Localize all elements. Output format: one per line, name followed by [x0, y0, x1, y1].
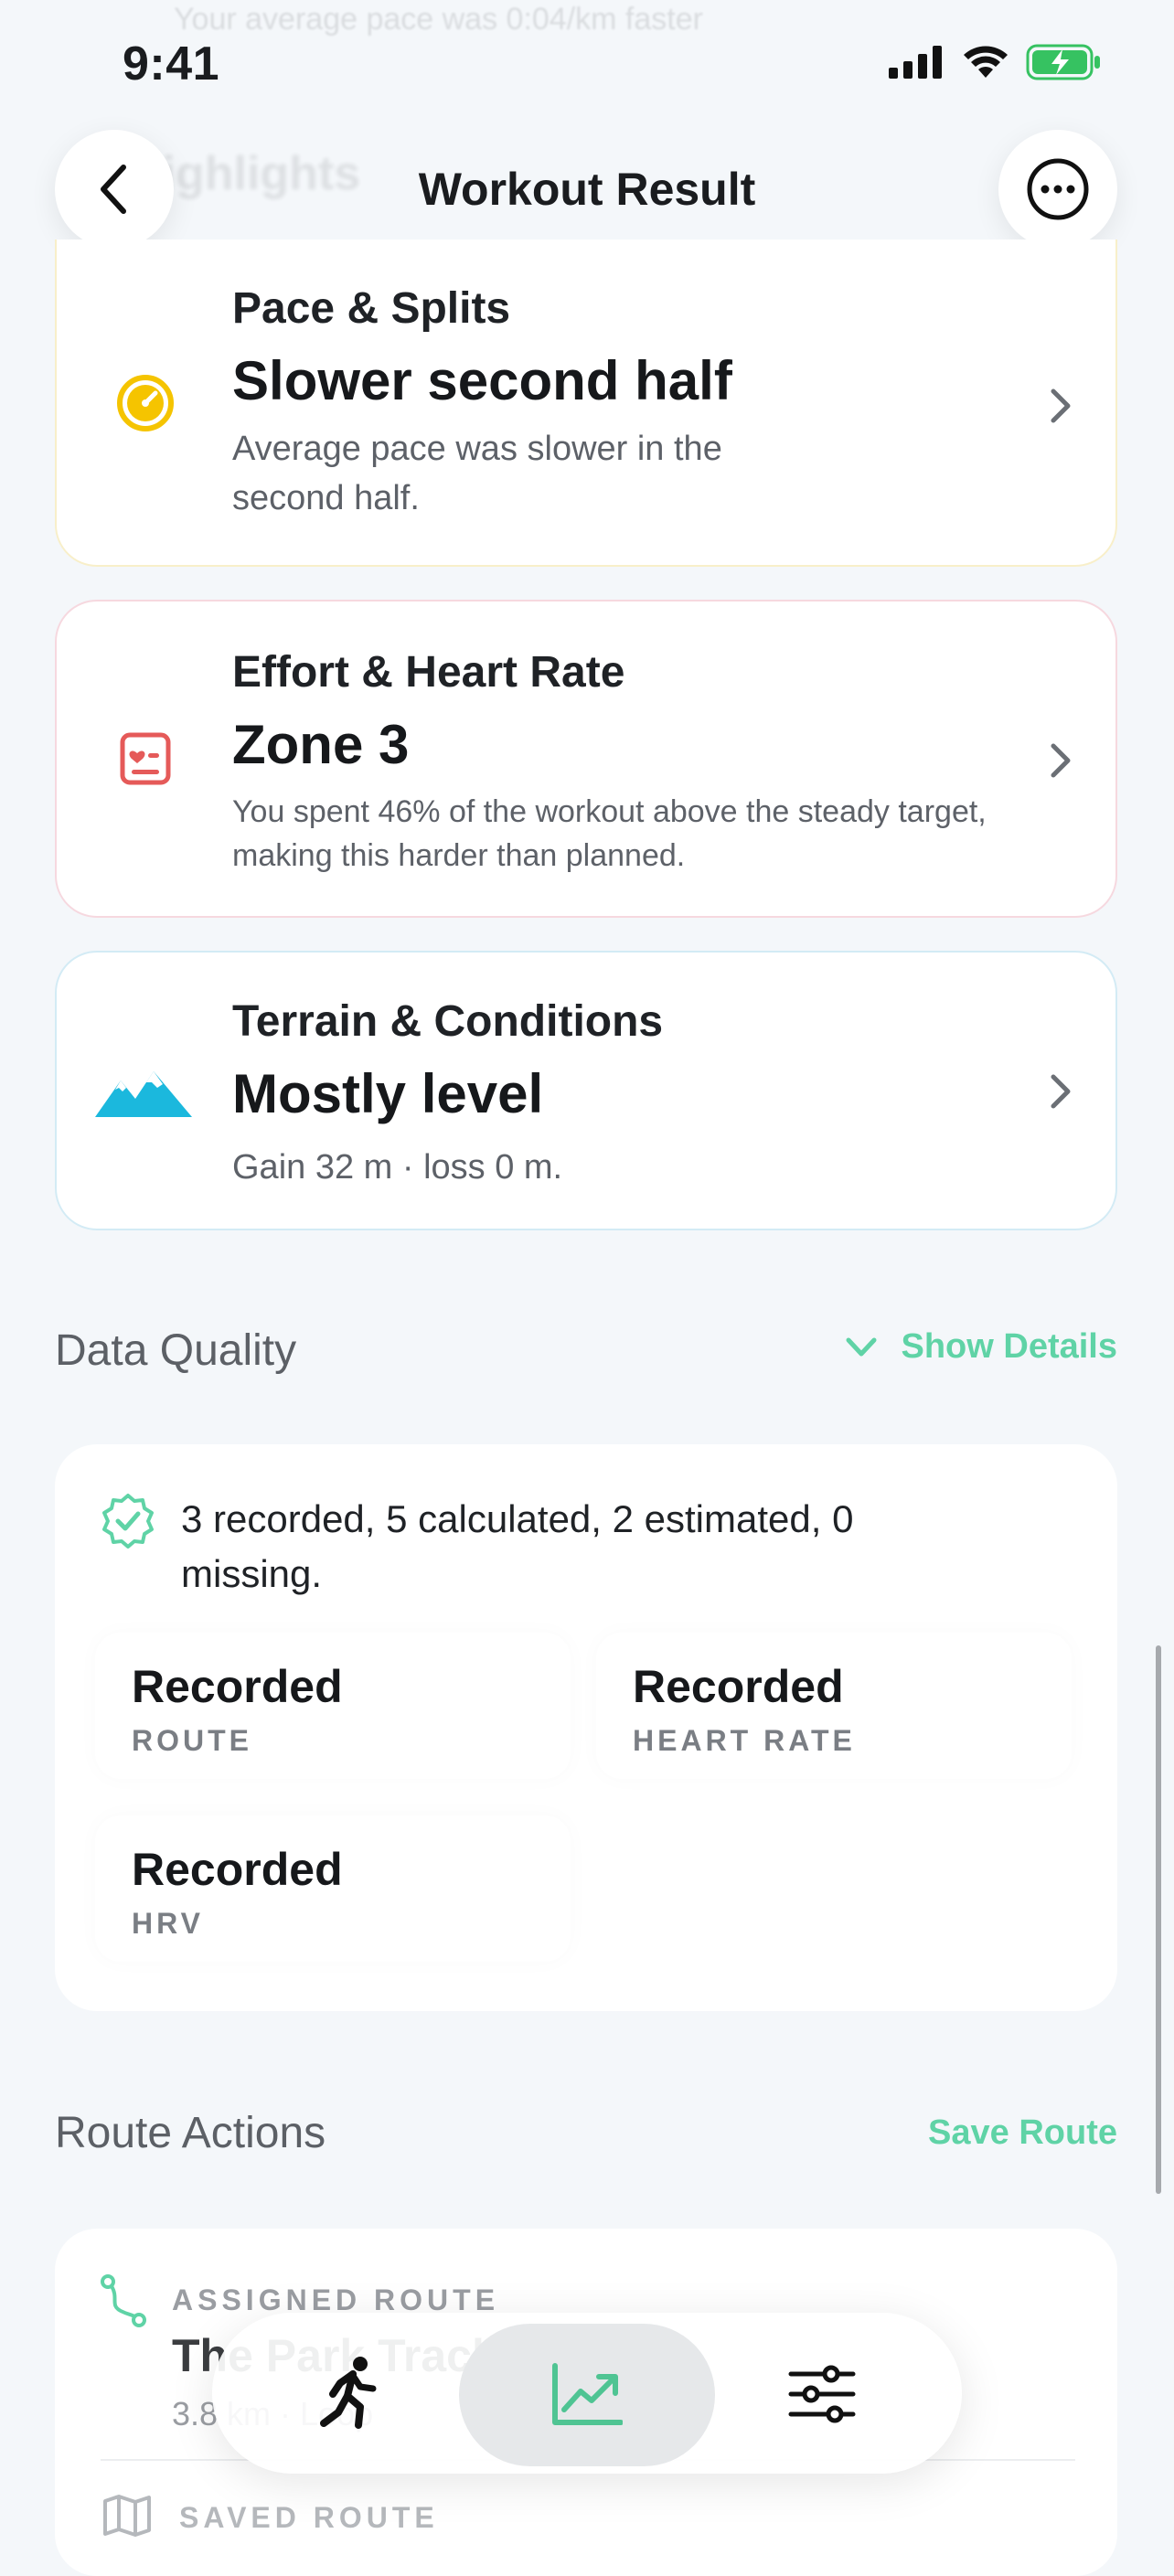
chevron-down-icon — [846, 1337, 876, 1356]
saved-route-label: SAVED ROUTE — [179, 2501, 439, 2534]
more-options-button[interactable] — [998, 130, 1117, 249]
data-quality-title: Data Quality — [55, 1326, 297, 1375]
ellipsis-circle-icon — [1027, 158, 1089, 220]
sliders-icon — [788, 2365, 856, 2423]
chevron-right-icon — [1051, 743, 1071, 778]
highlight-card-effort[interactable]: Effort & Heart Rate Zone 3 You spent 46%… — [55, 600, 1117, 918]
highlight-description: Gain 32 m · loss 0 m. — [232, 1148, 563, 1187]
highlight-card-terrain[interactable]: Terrain & Conditions Mostly level Gain 3… — [55, 951, 1117, 1230]
show-details-label: Show Details — [901, 1327, 1118, 1366]
data-item-label: HRV — [132, 1907, 204, 1940]
signal-icon — [889, 46, 942, 79]
tab-workout[interactable] — [309, 2353, 391, 2435]
route-path-icon — [101, 2274, 146, 2327]
heart-card-icon — [120, 732, 171, 785]
save-route-button[interactable]: Save Route — [928, 2113, 1117, 2153]
highlight-headline: Slower second half — [232, 350, 732, 411]
status-time: 9:41 — [123, 37, 220, 90]
data-item-hrv: Recorded HRV — [95, 1815, 571, 1962]
faded-pace-text: Your average pace was 0:04/km faster — [174, 2, 703, 37]
status-icons — [889, 44, 1103, 80]
highlight-description: You spent 46% of the workout above the s… — [232, 794, 987, 873]
tab-settings[interactable] — [781, 2353, 863, 2435]
tab-analysis[interactable] — [546, 2353, 628, 2435]
battery-charging-icon — [1026, 44, 1100, 80]
route-actions-title: Route Actions — [55, 2109, 326, 2157]
highlight-description: Average pace was slower in the second ha… — [232, 430, 722, 517]
highlight-headline: Zone 3 — [232, 714, 410, 775]
chevron-right-icon — [1051, 1074, 1071, 1109]
scroll-indicator[interactable] — [1156, 1645, 1161, 2194]
runner-icon — [320, 2357, 377, 2429]
chevron-right-icon — [1051, 389, 1071, 423]
wifi-icon — [964, 46, 1008, 78]
data-item-label: HEART RATE — [633, 1724, 856, 1757]
show-details-button[interactable]: Show Details — [843, 1327, 1118, 1367]
data-item-label: ROUTE — [132, 1724, 252, 1757]
data-item-value: Recorded — [132, 1844, 343, 1895]
data-item-value: Recorded — [132, 1661, 343, 1712]
highlight-card-pace[interactable]: Pace & Splits Slower second half Average… — [55, 240, 1117, 567]
mountains-icon — [95, 1071, 192, 1117]
data-quality-summary: 3 recorded, 5 calculated, 2 estimated, 0… — [181, 1497, 854, 1595]
highlight-category: Terrain & Conditions — [232, 997, 664, 1046]
trend-chart-icon — [552, 2363, 623, 2425]
verified-badge-icon — [102, 1494, 154, 1549]
data-item-route: Recorded ROUTE — [95, 1633, 571, 1779]
highlight-headline: Mostly level — [232, 1063, 544, 1124]
highlight-category: Pace & Splits — [232, 284, 511, 333]
data-item-heart-rate: Recorded HEART RATE — [596, 1633, 1072, 1779]
speedometer-icon — [117, 375, 174, 431]
highlight-category: Effort & Heart Rate — [232, 648, 625, 697]
map-icon — [103, 2495, 151, 2537]
data-item-value: Recorded — [633, 1661, 844, 1712]
